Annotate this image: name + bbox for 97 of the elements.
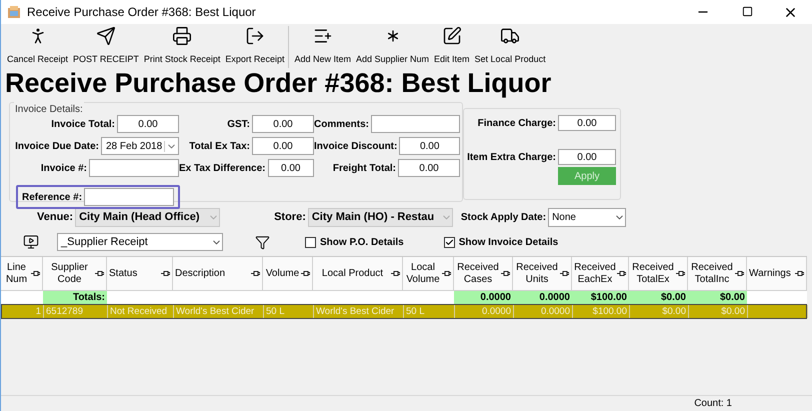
toolbar-button[interactable]: Print Stock Receipt [142, 26, 222, 66]
pin-icon[interactable] [31, 270, 40, 277]
pin-icon[interactable] [735, 270, 744, 277]
toolbar-button[interactable]: Set Local Product [472, 26, 548, 66]
edit-icon [442, 26, 462, 46]
pin-icon[interactable] [560, 270, 569, 277]
column-header[interactable]: Received TotalInc [688, 257, 747, 291]
page-heading: Receive Purchase Order #368: Best Liquor [5, 68, 552, 98]
totals-cell: $0.00 [688, 291, 747, 304]
field-label: Comments: [314, 118, 370, 132]
field-label: Item Extra Charge: [467, 150, 556, 164]
table-cell: World's Best Cider [314, 305, 404, 318]
table-cell: 50 L [264, 305, 314, 318]
totals-cell: 0.0000 [454, 291, 513, 304]
input-field[interactable] [84, 188, 174, 206]
input-field[interactable]: 0.00 [398, 159, 460, 177]
checkbox-label: Show P.O. Details [320, 236, 404, 250]
table-cell: 50 L [404, 305, 455, 318]
filter-icon[interactable] [255, 234, 270, 250]
table-cell: Not Received [108, 305, 174, 318]
toolbar-button[interactable]: POST RECEIPT [71, 26, 141, 66]
input-field[interactable]: 0.00 [252, 115, 314, 133]
input-field[interactable]: 0.00 [399, 137, 460, 155]
maximize-icon[interactable] [742, 6, 753, 16]
printer-icon [172, 26, 192, 46]
pin-icon[interactable] [391, 270, 400, 277]
pin-icon[interactable] [301, 270, 310, 277]
column-header[interactable]: Received EachEx [572, 257, 629, 291]
column-header[interactable]: Line Num [1, 257, 43, 291]
select-label: Store: [274, 210, 306, 225]
truck-icon [500, 26, 520, 46]
field-label: Ex Tax Difference: [179, 162, 266, 176]
pin-icon[interactable] [501, 270, 510, 277]
toolbar-button[interactable]: Add Supplier Num [354, 26, 432, 66]
totals-cell: $100.00 [572, 291, 629, 304]
input-field[interactable] [371, 115, 460, 133]
checkbox[interactable] [305, 236, 316, 248]
input-field[interactable] [89, 159, 179, 177]
totals-cell: Totals: [43, 291, 107, 304]
select-label: Venue: [37, 210, 74, 225]
input-field[interactable]: 0.00 [252, 137, 314, 155]
pin-icon[interactable] [617, 270, 626, 277]
date-field[interactable]: 28 Feb 2018 [101, 137, 179, 155]
table-cell: 6512789 [44, 305, 108, 318]
table-cell: World's Best Cider [174, 305, 264, 318]
field-label: Invoice #: [40, 162, 87, 176]
table-cell: 0.0000 [455, 305, 514, 318]
app-icon [7, 5, 21, 19]
column-header[interactable]: Description [173, 257, 263, 291]
select-label: Stock Apply Date: [460, 210, 546, 224]
column-header[interactable]: Local Volume [403, 257, 454, 291]
input-field[interactable]: 0.00 [117, 115, 179, 133]
column-header[interactable]: Received Cases [454, 257, 513, 291]
pin-icon[interactable] [676, 270, 685, 277]
table-cell: $0.00 [630, 305, 689, 318]
pin-icon[interactable] [251, 270, 260, 277]
column-header[interactable]: Status [107, 257, 173, 291]
checkbox-label: Show Invoice Details [458, 236, 558, 250]
toolbar-button[interactable]: Edit Item [432, 26, 472, 66]
field-label: Reference #: [22, 190, 82, 204]
totals-cell: 0.0000 [513, 291, 572, 304]
view-icon[interactable] [23, 234, 39, 250]
column-header[interactable]: Local Product [313, 257, 403, 291]
field-label: Invoice Due Date: [15, 140, 99, 154]
totals-cell: $0.00 [629, 291, 688, 304]
toolbar-button[interactable]: Cancel Receipt [5, 26, 70, 66]
toolbar-button[interactable]: Add New Item [292, 26, 353, 66]
window-title: Receive Purchase Order #368: Best Liquor [27, 4, 256, 21]
table-cell: 0.0000 [514, 305, 573, 318]
toolbar-button[interactable]: Export Receipt [223, 26, 286, 66]
pin-icon[interactable] [442, 270, 451, 277]
checkbox[interactable] [444, 236, 455, 248]
table-cell: $0.00 [689, 305, 748, 318]
input-field[interactable]: 0.00 [558, 149, 616, 165]
field-label: Finance Charge: [478, 116, 556, 130]
table-cell: 1 [2, 305, 44, 318]
column-header[interactable]: Received Units [513, 257, 572, 291]
input-field[interactable]: 0.00 [268, 159, 314, 177]
field-label: Invoice Discount: [314, 140, 398, 154]
pin-icon[interactable] [795, 270, 804, 277]
field-label: GST: [227, 118, 250, 132]
field-label: Total Ex Tax: [189, 140, 250, 154]
column-header[interactable]: Supplier Code [43, 257, 107, 291]
export-icon [244, 26, 265, 46]
table-cell: $100.00 [573, 305, 630, 318]
column-header[interactable]: Warnings [747, 257, 807, 291]
dropdown[interactable]: None [548, 208, 626, 226]
column-header[interactable]: Received TotalEx [629, 257, 688, 291]
record-count: Count: 1 [694, 397, 732, 411]
send-icon [96, 26, 116, 46]
pin-icon[interactable] [161, 270, 170, 277]
column-header[interactable]: Volume [263, 257, 313, 291]
pin-icon[interactable] [95, 270, 104, 277]
field-label: Freight Total: [332, 162, 396, 176]
field-label: Invoice Total: [51, 118, 115, 132]
view-select[interactable]: _Supplier Receipt [57, 233, 223, 251]
input-field[interactable]: 0.00 [558, 115, 616, 131]
